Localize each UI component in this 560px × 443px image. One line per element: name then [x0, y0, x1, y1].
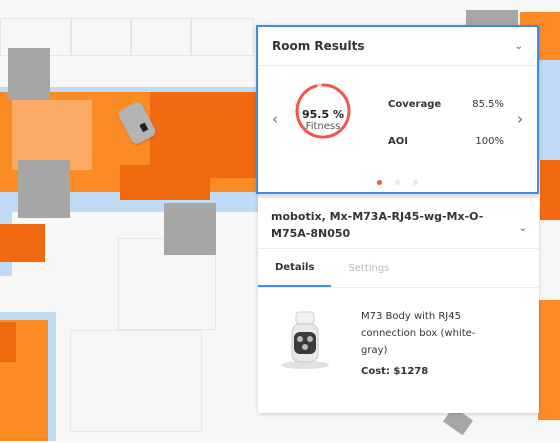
tab-details[interactable]: Details	[258, 249, 332, 287]
room-results-header[interactable]: Room Results ⌄	[258, 27, 537, 66]
chevron-left-icon[interactable]: ‹	[272, 110, 278, 128]
page-dot[interactable]	[395, 180, 400, 185]
fitness-readout: 95.5 % Fitness	[289, 108, 357, 132]
camera-product-image	[281, 311, 329, 369]
stat-label: AOI	[388, 136, 408, 147]
device-tabs: Details Settings	[258, 248, 539, 288]
chevron-down-icon[interactable]: ⌄	[519, 220, 527, 237]
page-indicator	[258, 170, 537, 189]
product-description: M73 Body with RJ45 connection box (white…	[361, 311, 476, 356]
page-dot[interactable]	[376, 180, 382, 185]
fitness-value: 95.5 %	[302, 108, 344, 121]
stat-coverage: Coverage 85.5%	[388, 99, 504, 110]
product-cost: Cost: $1278	[361, 366, 429, 377]
page-dot[interactable]	[413, 180, 419, 185]
fitness-label: Fitness	[305, 121, 341, 132]
device-name: mobotix, Mx-M73A-RJ45-wg-Mx-O-M75A-8N050	[271, 210, 484, 240]
room-results-panel: Room Results ⌄ ‹ › 95.5 % Fitness Covera…	[256, 25, 539, 194]
device-header[interactable]: mobotix, Mx-M73A-RJ45-wg-Mx-O-M75A-8N050…	[258, 198, 539, 248]
device-panel: mobotix, Mx-M73A-RJ45-wg-Mx-O-M75A-8N050…	[258, 198, 539, 413]
stat-label: Coverage	[388, 99, 442, 110]
stat-value: 85.5%	[472, 99, 504, 110]
room-results-body: ‹ › 95.5 % Fitness Coverage 85.5% AOI 10…	[258, 66, 537, 194]
chevron-right-icon[interactable]: ›	[517, 110, 523, 128]
tab-settings[interactable]: Settings	[331, 249, 406, 287]
stat-value: 100%	[475, 136, 504, 147]
room-results-title: Room Results	[272, 39, 365, 53]
chevron-down-icon[interactable]: ⌄	[515, 41, 523, 52]
stat-aoi: AOI 100%	[388, 136, 504, 147]
product-details: M73 Body with RJ45 connection box (white…	[258, 288, 539, 412]
